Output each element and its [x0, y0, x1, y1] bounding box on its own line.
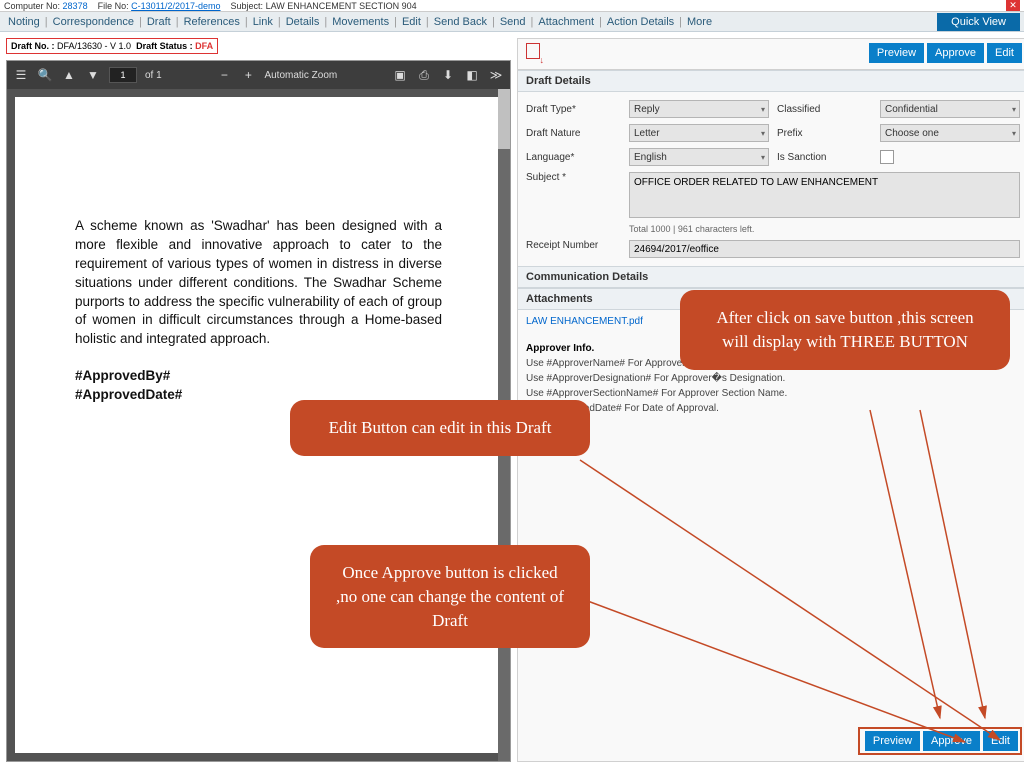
- classified-label: Classified: [777, 104, 872, 115]
- zoom-out-icon[interactable]: −: [216, 67, 232, 83]
- page-down-icon[interactable]: ▼: [85, 67, 101, 83]
- prefix-label: Prefix: [777, 128, 872, 139]
- draft-no: DFA/13630 - V 1.0: [57, 41, 131, 51]
- draft-status-val: DFA: [195, 41, 213, 51]
- approve-button-bottom[interactable]: Approve: [923, 731, 980, 751]
- approver-l3: Use #ApproverSectionName# For Approver S…: [526, 386, 1020, 401]
- pdf-toolbar: ☰ 🔍 ▲ ▼ of 1 − + Automatic Zoom ▣ ⎙ ⬇ ◧ …: [7, 61, 510, 89]
- quick-view-button[interactable]: Quick View: [937, 13, 1020, 31]
- subject-textarea[interactable]: [629, 172, 1020, 218]
- draft-form: Draft Type* Reply Classified Confidentia…: [518, 92, 1024, 266]
- callout-approve: Once Approve button is clicked ,no one c…: [310, 545, 590, 648]
- menu-attachment[interactable]: Attachment: [534, 16, 598, 28]
- menu-bar: Noting| Correspondence| Draft| Reference…: [0, 12, 1024, 32]
- edit-button[interactable]: Edit: [987, 43, 1022, 63]
- file-no[interactable]: C-13011/2/2017-demo: [131, 1, 220, 11]
- callout-save: After click on save button ,this screen …: [680, 290, 1010, 370]
- subj-label: Subject:: [231, 1, 264, 11]
- menu-noting[interactable]: Noting: [4, 16, 44, 28]
- download-draft-icon[interactable]: [524, 43, 542, 63]
- approver-l4: Use #ApprovedDate# For Date of Approval.: [526, 401, 1020, 416]
- menu-correspondence[interactable]: Correspondence: [49, 16, 138, 28]
- pdf-body: A scheme known as 'Swadhar' has been des…: [75, 217, 442, 349]
- receipt-input[interactable]: [629, 240, 1020, 258]
- bookmark-icon[interactable]: ◧: [464, 67, 480, 83]
- zoom-select[interactable]: Automatic Zoom: [264, 70, 337, 81]
- receipt-label: Receipt Number: [526, 240, 621, 258]
- presentation-icon[interactable]: ▣: [392, 67, 408, 83]
- subj-val: LAW ENHANCEMENT SECTION 904: [266, 1, 417, 11]
- draft-status-label: Draft Status :: [136, 41, 193, 51]
- sanction-checkbox[interactable]: [880, 150, 894, 164]
- approver-l2: Use #ApproverDesignation# For Approver�s…: [526, 371, 1020, 386]
- menu-more[interactable]: More: [683, 16, 716, 28]
- menu-edit[interactable]: Edit: [398, 16, 425, 28]
- menu-send[interactable]: Send: [496, 16, 530, 28]
- approve-button[interactable]: Approve: [927, 43, 984, 63]
- file-no-label: File No:: [98, 1, 129, 11]
- attachment-link[interactable]: LAW ENHANCEMENT.pdf: [526, 316, 643, 327]
- draft-nature-label: Draft Nature: [526, 128, 621, 139]
- comp-no: 28378: [63, 1, 88, 11]
- draft-no-label: Draft No. :: [11, 41, 55, 51]
- page-input[interactable]: [109, 67, 137, 83]
- edit-button-bottom[interactable]: Edit: [983, 731, 1018, 751]
- tools-icon[interactable]: ≫: [488, 67, 504, 83]
- section-draft-details: Draft Details: [518, 70, 1024, 92]
- draft-type-label: Draft Type*: [526, 104, 621, 115]
- page-total: of 1: [145, 70, 162, 81]
- callout-edit: Edit Button can edit in this Draft: [290, 400, 590, 456]
- classified-select[interactable]: Confidential: [880, 100, 1020, 118]
- top-bar: Computer No: 28378 File No: C-13011/2/20…: [0, 0, 1024, 12]
- download-icon[interactable]: ⬇: [440, 67, 456, 83]
- draft-type-select[interactable]: Reply: [629, 100, 769, 118]
- section-comm-details[interactable]: Communication Details: [518, 266, 1024, 288]
- menu-sendback[interactable]: Send Back: [430, 16, 491, 28]
- page-up-icon[interactable]: ▲: [61, 67, 77, 83]
- menu-link[interactable]: Link: [249, 16, 277, 28]
- search-icon[interactable]: 🔍: [37, 67, 53, 83]
- subject-label: Subject *: [526, 172, 621, 183]
- pdf-ph-approvedby: #ApprovedBy#: [75, 367, 442, 386]
- bottom-button-group: Preview Approve Edit: [858, 727, 1022, 755]
- close-icon[interactable]: ✕: [1006, 0, 1020, 11]
- char-count: Total 1000 | 961 characters left.: [629, 224, 1020, 234]
- print-icon[interactable]: ⎙: [416, 67, 432, 83]
- draft-nature-select[interactable]: Letter: [629, 124, 769, 142]
- sanction-label: Is Sanction: [777, 152, 872, 163]
- draft-status-box: Draft No. : DFA/13630 - V 1.0 Draft Stat…: [6, 38, 218, 54]
- comp-no-label: Computer No:: [4, 1, 60, 11]
- preview-button[interactable]: Preview: [869, 43, 924, 63]
- menu-references[interactable]: References: [180, 16, 244, 28]
- approver-heading: Approver Info.: [526, 343, 594, 354]
- menu-details[interactable]: Details: [282, 16, 324, 28]
- menu-draft[interactable]: Draft: [143, 16, 175, 28]
- zoom-in-icon[interactable]: +: [240, 67, 256, 83]
- menu-actiondetails[interactable]: Action Details: [603, 16, 678, 28]
- language-label: Language*: [526, 152, 621, 163]
- sidebar-toggle-icon[interactable]: ☰: [13, 67, 29, 83]
- preview-button-bottom[interactable]: Preview: [865, 731, 920, 751]
- right-panel: Preview Approve Edit Draft Details Draft…: [517, 38, 1024, 762]
- language-select[interactable]: English: [629, 148, 769, 166]
- prefix-select[interactable]: Choose one: [880, 124, 1020, 142]
- menu-movements[interactable]: Movements: [328, 16, 393, 28]
